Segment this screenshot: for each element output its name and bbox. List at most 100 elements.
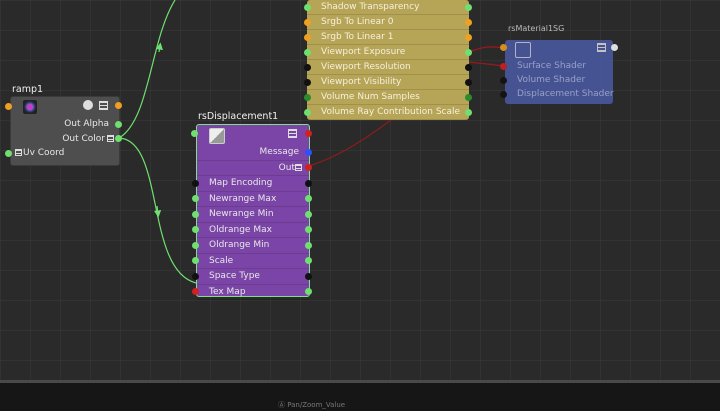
- ramp1-input-port[interactable]: [5, 103, 12, 110]
- displacement-out[interactable]: Out: [197, 161, 312, 176]
- ramp1-out-color[interactable]: Out Color: [11, 132, 122, 147]
- attr-oldrange-min[interactable]: Oldrange Min: [192, 238, 312, 254]
- yattr-viewport-visibility-label: Viewport Visibility: [321, 77, 402, 87]
- sg-volume-shader-port[interactable]: [500, 76, 507, 84]
- attr-map-encoding-in-port[interactable]: [192, 179, 199, 187]
- sg-displacement-shader-port[interactable]: [500, 90, 507, 98]
- yattr-viewport-exposure-out-port[interactable]: [465, 48, 472, 56]
- ramp1-out-color-label: Out Color: [62, 133, 105, 144]
- attr-newrange-max[interactable]: Newrange Max: [192, 192, 312, 207]
- displacement-title: rsDisplacement1: [198, 111, 279, 122]
- attr-tex-map-in-port[interactable]: [192, 288, 199, 296]
- material-node[interactable]: Shadow Transparency Srgb To Linear 0 Srg…: [304, 0, 472, 120]
- attr-space-type-label: Space Type: [209, 271, 260, 281]
- yattr-volume-num-samples[interactable]: Volume Num Samples: [304, 90, 472, 105]
- yattr-shadow-transparency-label: Shadow Transparency: [321, 2, 420, 12]
- shading-group-node[interactable]: Surface Shader Volume Shader Displacemen…: [500, 40, 618, 104]
- attr-scale-in-port[interactable]: [192, 257, 199, 265]
- sg-surface-shader-port[interactable]: [500, 62, 507, 70]
- yattr-shadow-transparency-out-port[interactable]: [465, 3, 472, 11]
- yattr-viewport-resolution[interactable]: Viewport Resolution: [304, 60, 472, 75]
- yattr-viewport-resolution-out-port[interactable]: [465, 63, 472, 71]
- sg-displacement-shader[interactable]: Displacement Shader: [500, 87, 614, 101]
- yattr-shadow-transparency[interactable]: Shadow Transparency: [304, 0, 472, 15]
- ramp-swatch-icon: [23, 100, 37, 114]
- attr-oldrange-max-in-port[interactable]: [192, 226, 199, 234]
- displacement-message-label: Message: [259, 147, 299, 157]
- sg-surface-shader[interactable]: Surface Shader: [500, 59, 613, 73]
- attr-oldrange-max[interactable]: Oldrange Max: [192, 223, 312, 238]
- yattr-srgb-linear-0[interactable]: Srgb To Linear 0: [304, 15, 472, 30]
- attr-newrange-min-in-port[interactable]: [192, 210, 199, 218]
- attr-newrange-min-out-port[interactable]: [305, 210, 312, 218]
- attr-space-type[interactable]: Space Type: [192, 269, 312, 285]
- attr-space-type-out-port[interactable]: [305, 272, 312, 280]
- attr-scale-label: Scale: [209, 255, 234, 266]
- displacement-input-port[interactable]: [191, 130, 198, 137]
- attr-tex-map[interactable]: Tex Map: [192, 285, 312, 300]
- wire-arrow-up: [155, 42, 163, 53]
- attr-map-encoding-out-port[interactable]: [305, 179, 312, 187]
- ramp1-out-alpha-label: Out Alpha: [64, 119, 109, 129]
- sg-displacement-shader-label: Displacement Shader: [517, 89, 614, 99]
- displacement-output-port[interactable]: [305, 130, 312, 137]
- displacement-out-expand-icon[interactable]: [295, 163, 302, 171]
- shading-group-title: rsMaterial1SG: [508, 24, 565, 33]
- yattr-viewport-visibility[interactable]: Viewport Visibility: [304, 75, 472, 90]
- ramp1-uv-expand-icon[interactable]: [15, 149, 22, 156]
- yattr-volume-num-samples-in-port[interactable]: [304, 93, 311, 101]
- attr-map-encoding[interactable]: Map Encoding: [192, 176, 312, 192]
- wire-yellow-to-sg-displacement: [468, 61, 505, 67]
- displacement-message[interactable]: Message: [197, 145, 312, 161]
- yattr-volume-ray-contribution-in-port[interactable]: [304, 108, 311, 116]
- node-editor-canvas[interactable]: ramp1 Out Alpha Out Color Uv Coord rsDis…: [0, 0, 720, 380]
- yattr-srgb-linear-1-out-port[interactable]: [465, 33, 472, 41]
- ramp1-toggle-icon[interactable]: [83, 100, 93, 110]
- attr-newrange-min-label: Newrange Min: [209, 209, 274, 219]
- yattr-srgb-linear-1-in-port[interactable]: [304, 33, 311, 41]
- ramp1-uv-coord[interactable]: Uv Coord: [5, 146, 119, 161]
- attr-oldrange-min-in-port[interactable]: [192, 241, 199, 249]
- sg-surface-shader-label: Surface Shader: [517, 61, 587, 71]
- yattr-viewport-visibility-out-port[interactable]: [465, 78, 472, 86]
- yattr-srgb-linear-1[interactable]: Srgb To Linear 1: [304, 30, 472, 45]
- displacement-node[interactable]: Message Out Map Encoding Newrange Max Ne: [191, 124, 312, 300]
- ramp1-out-color-expand-icon[interactable]: [107, 134, 114, 142]
- yattr-viewport-exposure-label: Viewport Exposure: [321, 47, 406, 57]
- yattr-viewport-exposure[interactable]: Viewport Exposure: [304, 45, 472, 60]
- yattr-volume-ray-contribution-label: Volume Ray Contribution Scale: [321, 107, 461, 117]
- yattr-srgb-linear-0-out-port[interactable]: [465, 18, 472, 26]
- yattr-volume-ray-contribution-out-port[interactable]: [465, 108, 472, 116]
- attr-newrange-max-in-port[interactable]: [192, 195, 199, 203]
- status-bar-label: Ⓐ Pan/Zoom_Value: [278, 401, 346, 409]
- ramp1-out-alpha[interactable]: Out Alpha: [11, 117, 122, 132]
- shading-group-menu-icon[interactable]: [597, 43, 606, 52]
- attr-newrange-max-label: Newrange Max: [209, 193, 277, 204]
- wire-ramp-outcolor-to-yellow: [118, 0, 176, 139]
- ramp1-menu-icon[interactable]: [99, 101, 108, 110]
- yattr-viewport-exposure-in-port[interactable]: [304, 48, 311, 56]
- yattr-viewport-visibility-in-port[interactable]: [304, 78, 311, 86]
- ramp1-title: ramp1: [12, 84, 44, 95]
- ramp1-output-port[interactable]: [115, 102, 122, 109]
- shading-group-output-port[interactable]: [611, 44, 618, 51]
- attr-space-type-in-port[interactable]: [192, 272, 199, 280]
- yattr-volume-ray-contribution[interactable]: Volume Ray Contribution Scale: [304, 105, 472, 120]
- displacement-message-port[interactable]: [305, 148, 312, 156]
- displacement-menu-icon[interactable]: [288, 129, 297, 138]
- shading-group-input-port[interactable]: [500, 44, 507, 51]
- yattr-volume-num-samples-label: Volume Num Samples: [321, 92, 420, 102]
- attr-oldrange-min-out-port[interactable]: [305, 241, 312, 249]
- ramp1-uv-coord-port[interactable]: [5, 149, 12, 157]
- displacement-out-label: Out: [278, 162, 295, 173]
- yattr-viewport-resolution-in-port[interactable]: [304, 63, 311, 71]
- yattr-volume-num-samples-out-port[interactable]: [465, 93, 472, 101]
- yattr-shadow-transparency-in-port[interactable]: [304, 3, 311, 11]
- sg-volume-shader[interactable]: Volume Shader: [500, 73, 613, 87]
- attr-oldrange-min-label: Oldrange Min: [209, 240, 270, 250]
- ramp1-node[interactable]: Out Alpha Out Color Uv Coord: [5, 96, 122, 166]
- yattr-srgb-linear-0-in-port[interactable]: [304, 18, 311, 26]
- attr-newrange-min[interactable]: Newrange Min: [192, 207, 312, 223]
- ramp1-out-alpha-port[interactable]: [115, 120, 122, 128]
- attr-scale[interactable]: Scale: [192, 254, 312, 269]
